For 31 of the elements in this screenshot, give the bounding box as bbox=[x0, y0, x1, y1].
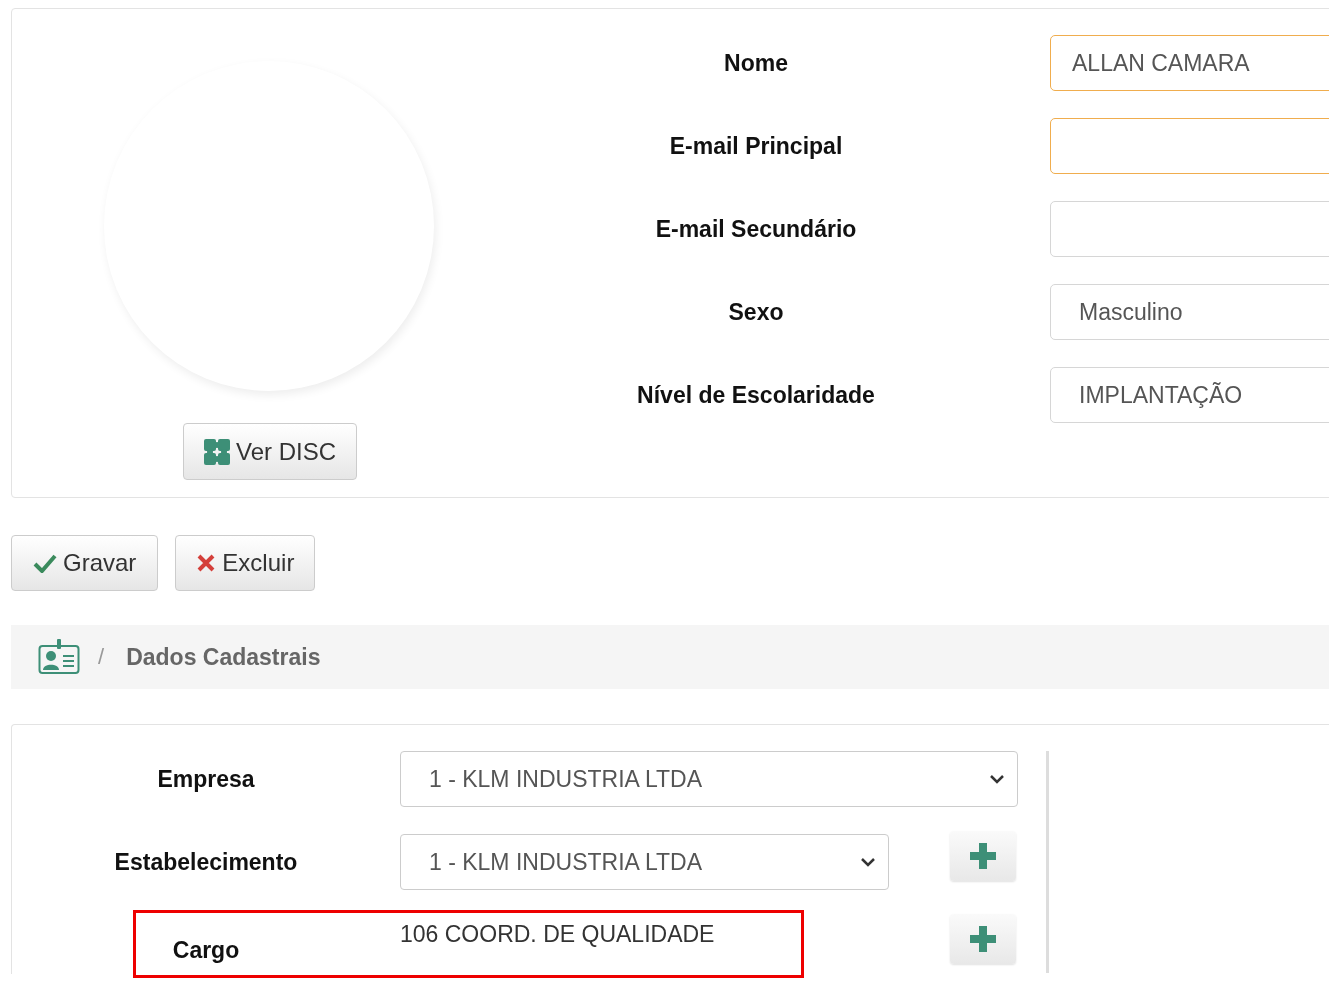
input-field[interactable] bbox=[1050, 118, 1329, 174]
breadcrumb-title: Dados Cadastrais bbox=[126, 643, 321, 671]
input-field[interactable]: Masculino bbox=[1050, 284, 1329, 340]
delete-button[interactable]: Excluir bbox=[175, 535, 316, 591]
field-label: E-mail Secundário bbox=[654, 215, 858, 243]
input-field[interactable] bbox=[1050, 201, 1329, 257]
chevron-down-icon bbox=[860, 857, 876, 867]
chevron-down-icon bbox=[989, 774, 1005, 784]
input-field[interactable]: IMPLANTAÇÃO bbox=[1050, 367, 1329, 423]
add-button[interactable] bbox=[950, 914, 1016, 964]
ver-disc-button[interactable]: Ver DISC bbox=[183, 423, 357, 480]
field-label: Nível de Escolaridade bbox=[636, 381, 876, 409]
breadcrumb-separator: / bbox=[98, 644, 105, 670]
input-field[interactable]: ALLAN CAMARA bbox=[1050, 35, 1329, 91]
save-button[interactable]: Gravar bbox=[11, 535, 159, 591]
field-label: Cargo bbox=[171, 936, 241, 964]
add-button[interactable] bbox=[950, 831, 1016, 881]
field-value: 106 COORD. DE QUALIDADE bbox=[400, 920, 715, 948]
close-icon bbox=[196, 553, 217, 573]
id-card-icon bbox=[38, 639, 80, 675]
field-label: Nome bbox=[723, 49, 789, 77]
field-label: E-mail Principal bbox=[668, 132, 844, 160]
plus-icon bbox=[970, 843, 996, 869]
select-field[interactable]: 1 - KLM INDUSTRIA LTDA bbox=[400, 751, 1018, 807]
plus-icon bbox=[970, 926, 996, 952]
field-label: Empresa bbox=[156, 765, 256, 793]
select-field[interactable]: 1 - KLM INDUSTRIA LTDA bbox=[400, 834, 889, 890]
field-label: Sexo bbox=[727, 298, 785, 326]
checkmark-icon bbox=[33, 553, 57, 573]
puzzle-icon bbox=[204, 438, 230, 465]
field-label: Estabelecimento bbox=[113, 848, 299, 876]
